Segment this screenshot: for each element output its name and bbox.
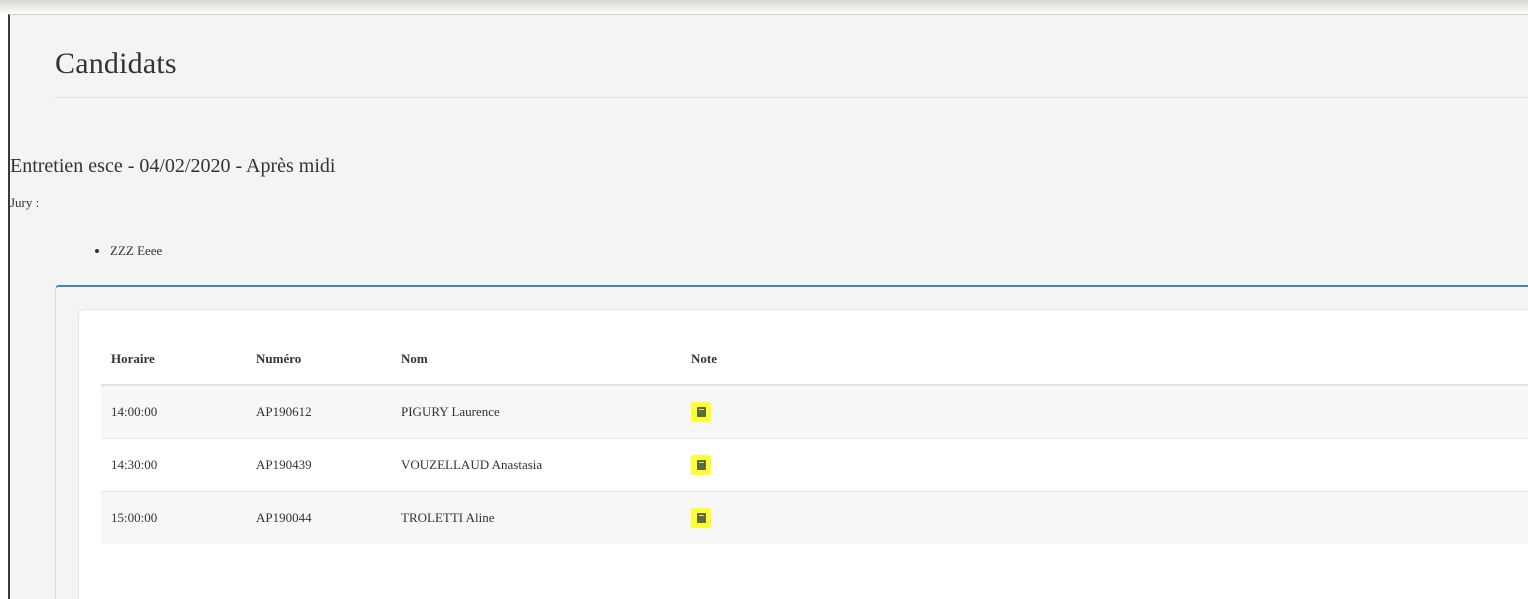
note-button[interactable] (691, 508, 711, 528)
cell-numero: AP190612 (246, 384, 391, 439)
notebook-icon (697, 460, 706, 470)
cell-horaire: 14:00:00 (101, 384, 246, 439)
cell-note (681, 384, 1528, 439)
session-title: Entretien esce - 04/02/2020 - Après midi (10, 155, 336, 177)
jury-member: ZZZ Eeee (110, 243, 162, 259)
note-button[interactable] (691, 455, 711, 475)
notebook-icon (697, 513, 706, 523)
window-top-edge (0, 0, 1528, 14)
notebook-icon (697, 407, 706, 417)
candidates-table: Horaire Numéro Nom Note 14:00:00 AP19061… (101, 334, 1528, 544)
cell-numero: AP190044 (246, 491, 391, 544)
page-title: Candidats (55, 47, 177, 80)
jury-label: Jury : (10, 195, 40, 210)
cell-note (681, 491, 1528, 544)
cell-nom: PIGURY Laurence (391, 384, 681, 439)
cell-note (681, 438, 1528, 492)
title-divider (55, 97, 1528, 98)
column-header-note[interactable]: Note (681, 334, 1528, 386)
candidates-panel: Horaire Numéro Nom Note 14:00:00 AP19061… (55, 285, 1528, 599)
note-button[interactable] (691, 402, 711, 422)
cell-horaire: 15:00:00 (101, 491, 246, 544)
column-header-nom[interactable]: Nom (391, 334, 681, 386)
table-row: 14:00:00 AP190612 PIGURY Laurence (101, 384, 1528, 439)
table-header-row: Horaire Numéro Nom Note (101, 334, 1528, 386)
column-header-horaire[interactable]: Horaire (101, 334, 246, 386)
candidates-box: Horaire Numéro Nom Note 14:00:00 AP19061… (78, 309, 1528, 599)
cell-numero: AP190439 (246, 438, 391, 492)
jury-list: ZZZ Eeee (10, 243, 162, 259)
column-header-numero[interactable]: Numéro (246, 334, 391, 386)
table-row: 15:00:00 AP190044 TROLETTI Aline (101, 491, 1528, 544)
table-row: 14:30:00 AP190439 VOUZELLAUD Anastasia (101, 438, 1528, 492)
cell-horaire: 14:30:00 (101, 438, 246, 492)
cell-nom: TROLETTI Aline (391, 491, 681, 544)
cell-nom: VOUZELLAUD Anastasia (391, 438, 681, 492)
main-content: Candidats Entretien esce - 04/02/2020 - … (8, 14, 1528, 599)
